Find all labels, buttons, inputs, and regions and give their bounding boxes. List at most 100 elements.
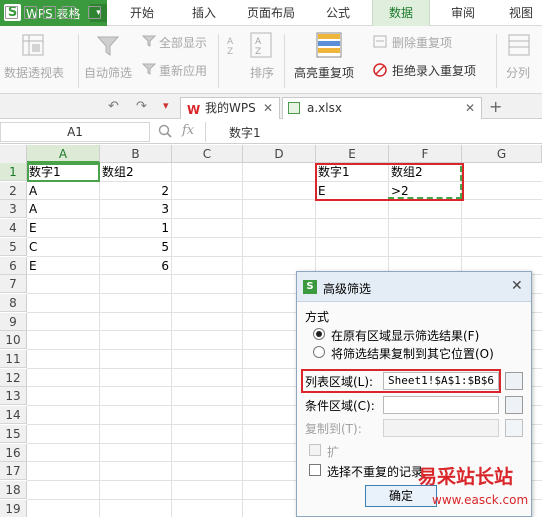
spreadsheet-file-icon [288, 102, 300, 114]
tab-insert[interactable]: 插入 [180, 0, 228, 26]
doc-tab-label: 我的WPS [205, 101, 256, 115]
row-header-9[interactable]: 9 [0, 312, 27, 331]
row-header-7[interactable]: 7 [0, 275, 27, 294]
split-column-button[interactable]: 分列 [506, 64, 530, 81]
row-header-14[interactable]: 14 [0, 406, 27, 425]
highlight-duplicates-button[interactable]: 高亮重复项 [294, 64, 354, 81]
auto-filter-button[interactable]: 自动筛选 [84, 64, 132, 81]
row-header-5[interactable]: 5 [0, 237, 27, 256]
row-header-3[interactable]: 3 [0, 200, 27, 219]
cell-b2[interactable]: 2 [100, 182, 172, 200]
cell-a4[interactable]: E [27, 219, 100, 237]
save-icon[interactable] [24, 6, 37, 19]
tab-data[interactable]: 数据 [372, 0, 430, 26]
list-range-input[interactable]: Sheet1!$A$1:$B$6 [383, 372, 499, 390]
close-icon[interactable]: ✕ [465, 98, 475, 118]
row-header-1[interactable]: 1 [0, 163, 27, 181]
cell-a5[interactable]: C [27, 238, 100, 256]
cell-b1[interactable]: 数组2 [100, 163, 172, 181]
row-header-11[interactable]: 11 [0, 350, 27, 368]
close-icon[interactable]: ✕ [263, 98, 273, 118]
cell-a3[interactable]: A [27, 200, 100, 218]
active-cell-selection [27, 163, 100, 182]
cell-b4[interactable]: 1 [100, 219, 172, 237]
name-box[interactable]: A1 [0, 122, 150, 142]
column-header-f[interactable]: F [389, 145, 462, 163]
formula-input[interactable]: 数字1 [229, 124, 261, 141]
range-picker-icon[interactable] [505, 419, 523, 437]
list-range-label: 列表区域(L): [305, 375, 374, 389]
svg-text:Z: Z [227, 47, 233, 56]
column-header-d[interactable]: D [243, 145, 316, 163]
row-header-18[interactable]: 18 [0, 480, 27, 499]
row-header-8[interactable]: 8 [0, 293, 27, 312]
unique-records-label[interactable]: 选择不重复的记录 [327, 463, 423, 480]
column-header-b[interactable]: B [100, 145, 172, 163]
radio-copy-to[interactable] [313, 346, 325, 358]
ribbon-separator [284, 34, 285, 88]
row-header-6[interactable]: 6 [0, 256, 27, 275]
new-tab-icon[interactable]: + [489, 97, 502, 116]
print-icon[interactable] [43, 6, 56, 19]
customize-toolbar-icon[interactable]: ▾ [163, 99, 169, 112]
select-all-corner[interactable] [0, 145, 27, 163]
print-preview-icon[interactable] [62, 6, 75, 19]
cell-b3[interactable]: 3 [100, 200, 172, 218]
row-header-17[interactable]: 17 [0, 462, 27, 481]
doc-tab-a-xlsx[interactable]: a.xlsx ✕ [282, 97, 482, 119]
row-header-19[interactable]: 19 [0, 499, 27, 517]
tab-page-layout[interactable]: 页面布局 [240, 0, 302, 26]
undo-icon[interactable]: ↶ [108, 99, 119, 114]
row-header-15[interactable]: 15 [0, 424, 27, 443]
column-header-g[interactable]: G [462, 145, 542, 163]
cell-b6[interactable]: 6 [100, 257, 172, 275]
row-header-16[interactable]: 16 [0, 443, 27, 462]
column-header-c[interactable]: C [172, 145, 243, 163]
tab-review[interactable]: 审阅 [440, 0, 486, 26]
column-header-e[interactable]: E [316, 145, 389, 163]
column-header-a[interactable]: A [27, 145, 100, 163]
watermark-url: www.easck.com [432, 493, 529, 507]
unique-records-checkbox[interactable] [309, 464, 321, 476]
open-icon[interactable] [5, 6, 18, 19]
range-picker-icon[interactable] [505, 396, 523, 414]
tab-formulas[interactable]: 公式 [314, 0, 362, 26]
radio-copy-to-label[interactable]: 将筛选结果复制到其它位置(O) [331, 345, 494, 362]
reject-duplicates-button[interactable]: 拒绝录入重复项 [392, 62, 476, 79]
ribbon-separator [78, 34, 79, 88]
show-all-icon [141, 35, 157, 50]
doc-tab-my-wps[interactable]: W 我的WPS ✕ [180, 97, 280, 119]
fx-icon[interactable]: fx [182, 123, 194, 138]
expand-checkbox[interactable] [309, 444, 321, 456]
pivot-table-button[interactable]: 数据透视表 [4, 64, 64, 81]
cell-a6[interactable]: E [27, 257, 100, 275]
row-header-4[interactable]: 4 [0, 219, 27, 238]
row-header-13[interactable]: 13 [0, 387, 27, 406]
show-all-button[interactable]: 全部显示 [159, 34, 207, 51]
tab-view[interactable]: 视图 [500, 0, 542, 26]
copy-to-input[interactable] [383, 419, 499, 437]
row-header-12[interactable]: 12 [0, 368, 27, 387]
tab-home[interactable]: 开始 [117, 0, 167, 26]
row-header-2[interactable]: 2 [0, 181, 27, 200]
reapply-button[interactable]: 重新应用 [159, 62, 207, 79]
svg-text:A: A [255, 37, 262, 47]
radio-in-place[interactable] [313, 328, 325, 340]
sort-button[interactable]: 排序 [250, 64, 274, 81]
cell-b5[interactable]: 5 [100, 238, 172, 256]
remove-duplicates-button[interactable]: 删除重复项 [392, 34, 452, 51]
close-icon[interactable]: ✕ [511, 278, 523, 294]
criteria-range-label: 条件区域(C): [305, 399, 375, 413]
criteria-range-input[interactable] [383, 396, 499, 414]
zoom-icon[interactable] [158, 124, 172, 141]
row-header-10[interactable]: 10 [0, 331, 27, 350]
radio-in-place-label[interactable]: 在原有区域显示筛选结果(F) [331, 327, 479, 344]
pivot-table-icon [22, 34, 44, 59]
redo-icon[interactable]: ↷ [136, 99, 147, 114]
range-picker-icon[interactable] [505, 372, 523, 390]
reject-duplicates-icon [373, 63, 387, 80]
doc-tab-label: a.xlsx [307, 101, 342, 115]
cell-a2[interactable]: A [27, 182, 100, 200]
export-pdf-icon[interactable] [88, 6, 101, 19]
sort-ascending-icon: AZ [226, 34, 242, 59]
